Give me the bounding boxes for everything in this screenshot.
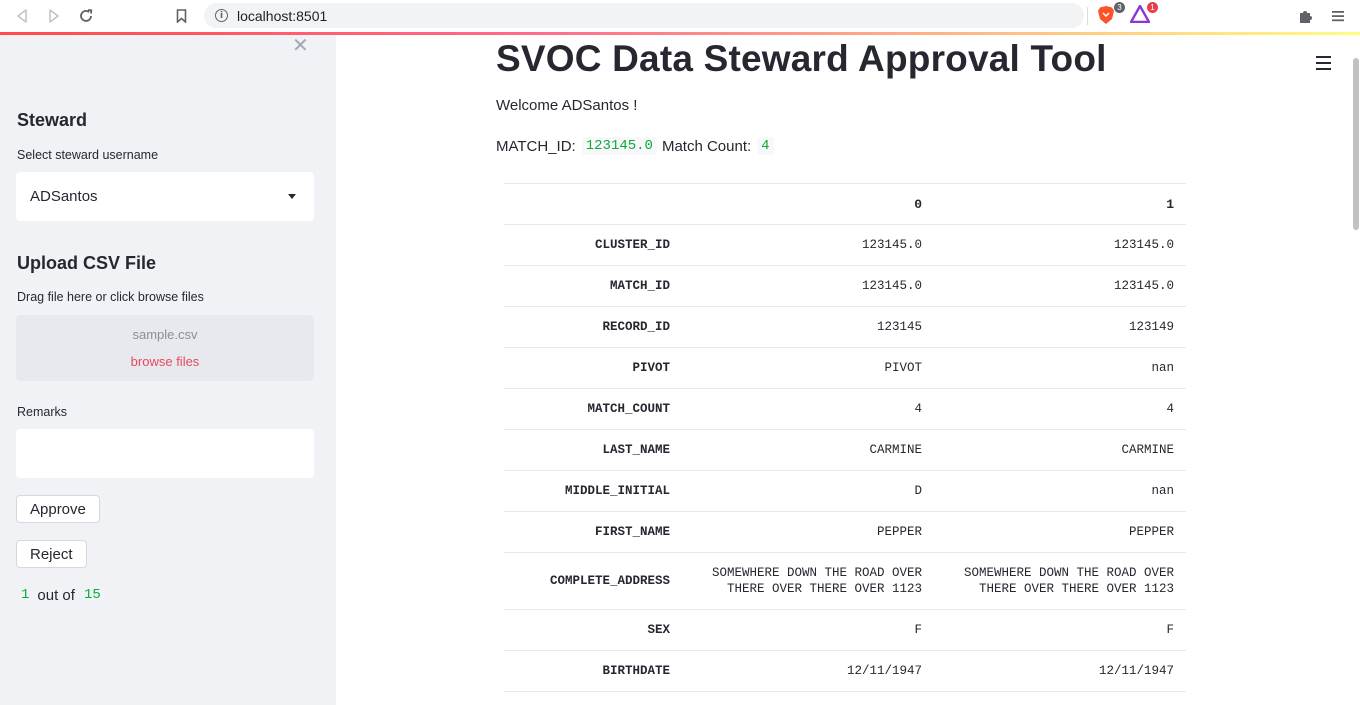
table-row: FIRST_NAME PEPPER PEPPER <box>504 511 1186 553</box>
page-scrollbar-thumb[interactable] <box>1353 58 1359 230</box>
table-row: MATCH_COUNT 4 4 <box>504 388 1186 430</box>
address-bar[interactable]: i localhost:8501 <box>204 3 1084 28</box>
cell: PEPPER <box>682 511 934 553</box>
url-text: localhost:8501 <box>237 7 328 24</box>
page-title: SVOC Data Steward Approval Tool <box>496 38 1107 79</box>
row-field: FIRST_NAME <box>504 511 682 553</box>
cell: 123145.0 <box>934 265 1186 307</box>
row-field: BIRTHDATE <box>504 650 682 692</box>
row-field: SEX <box>504 609 682 651</box>
table-header-row: 0 1 <box>504 183 1186 225</box>
upload-label: Drag file here or click browse files <box>17 290 204 304</box>
brave-shield-icon[interactable]: 3 <box>1097 2 1125 25</box>
cell: 4 <box>934 388 1186 430</box>
table-header-col1: 1 <box>934 183 1186 225</box>
app-menu-icon[interactable] <box>1316 56 1332 70</box>
records-table: 0 1 CLUSTER_ID 123145.0 123145.0 MATCH_I… <box>504 183 1186 692</box>
cell: 123149 <box>934 306 1186 348</box>
close-sidebar-icon[interactable]: ✕ <box>292 33 309 57</box>
table-row: MIDDLE_INITIAL D nan <box>504 470 1186 512</box>
row-field: COMPLETE_ADDRESS <box>504 552 682 610</box>
row-field: LAST_NAME <box>504 429 682 471</box>
remarks-input[interactable] <box>16 429 314 478</box>
cell: SOMEWHERE DOWN THE ROAD OVER THERE OVER … <box>682 552 934 610</box>
match-summary: MATCH_ID: 123145.0 Match Count: 4 <box>496 137 777 155</box>
row-field: MATCH_COUNT <box>504 388 682 430</box>
reload-icon[interactable] <box>76 6 96 26</box>
cell: PEPPER <box>934 511 1186 553</box>
progress-total: 15 <box>79 586 105 604</box>
row-field: MATCH_ID <box>504 265 682 307</box>
row-field: PIVOT <box>504 347 682 389</box>
row-field: RECORD_ID <box>504 306 682 348</box>
table-row: MATCH_ID 123145.0 123145.0 <box>504 265 1186 307</box>
cell: F <box>934 609 1186 651</box>
browse-files-link[interactable]: browse files <box>16 354 314 369</box>
forward-icon[interactable] <box>44 6 64 26</box>
file-dropzone[interactable]: sample.csv browse files <box>16 315 314 381</box>
table-row: SEX F F <box>504 609 1186 651</box>
uploaded-file-name: sample.csv <box>132 327 198 342</box>
cell: 123145.0 <box>934 224 1186 266</box>
cell: 4 <box>682 388 934 430</box>
alert-badge: 1 <box>1147 2 1158 13</box>
cell: nan <box>934 347 1186 389</box>
table-row: LAST_NAME CARMINE CARMINE <box>504 429 1186 471</box>
progress-counter: 1 out of 15 <box>17 586 105 604</box>
row-field: MIDDLE_INITIAL <box>504 470 682 512</box>
select-steward-label: Select steward username <box>17 148 159 162</box>
table-row: RECORD_ID 123145 123149 <box>504 306 1186 348</box>
table-row: BIRTHDATE 12/11/1947 12/11/1947 <box>504 650 1186 692</box>
back-icon[interactable] <box>12 6 32 26</box>
welcome-text: Welcome ADSantos ! <box>496 97 638 114</box>
table-header-col0: 0 <box>682 183 934 225</box>
bookmark-icon[interactable] <box>171 6 191 26</box>
table-row: CLUSTER_ID 123145.0 123145.0 <box>504 224 1186 266</box>
cell: F <box>682 609 934 651</box>
cell: SOMEWHERE DOWN THE ROAD OVER THERE OVER … <box>934 552 1186 610</box>
cell: 123145.0 <box>682 224 934 266</box>
toolbar-divider <box>1087 7 1088 25</box>
rewards-triangle-icon[interactable]: 1 <box>1129 2 1158 25</box>
selected-username: ADSantos <box>30 188 98 205</box>
progress-separator: out of <box>37 586 75 604</box>
cell: 123145.0 <box>682 265 934 307</box>
row-field: CLUSTER_ID <box>504 224 682 266</box>
match-count-label: Match Count: <box>661 137 752 155</box>
cell: CARMINE <box>682 429 934 471</box>
cell: 12/11/1947 <box>934 650 1186 692</box>
site-info-icon[interactable]: i <box>215 9 228 22</box>
cell: nan <box>934 470 1186 512</box>
cell: CARMINE <box>934 429 1186 471</box>
steward-select[interactable]: ADSantos <box>16 172 314 221</box>
remarks-label: Remarks <box>17 405 68 419</box>
approve-button[interactable]: Approve <box>16 495 100 523</box>
table-row: PIVOT PIVOT nan <box>504 347 1186 389</box>
cell: PIVOT <box>682 347 934 389</box>
sidebar: ✕ Steward Select steward username ADSant… <box>0 33 336 705</box>
extensions-puzzle-icon[interactable] <box>1296 6 1316 26</box>
brave-badge: 3 <box>1114 2 1125 13</box>
upload-heading: Upload CSV File <box>17 253 157 273</box>
browser-toolbar: i localhost:8501 3 1 <box>0 0 1360 32</box>
match-id-value: 123145.0 <box>581 137 657 155</box>
table-row: COMPLETE_ADDRESS SOMEWHERE DOWN THE ROAD… <box>504 552 1186 610</box>
cell: 123145 <box>682 306 934 348</box>
chevron-down-icon <box>288 194 296 199</box>
match-id-label: MATCH_ID: <box>496 137 576 155</box>
cell: D <box>682 470 934 512</box>
progress-current: 1 <box>17 586 34 604</box>
cell: 12/11/1947 <box>682 650 934 692</box>
match-count-value: 4 <box>757 137 774 155</box>
browser-menu-icon[interactable] <box>1328 6 1348 26</box>
reject-button[interactable]: Reject <box>16 540 87 568</box>
steward-heading: Steward <box>17 110 88 130</box>
table-header-index <box>504 183 682 225</box>
